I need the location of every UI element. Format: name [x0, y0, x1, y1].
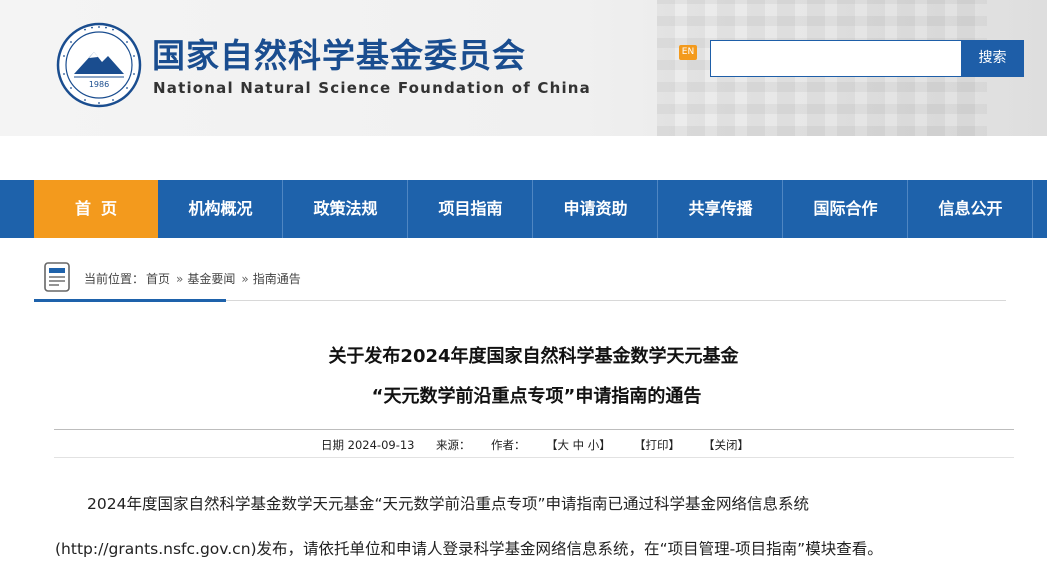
location-document-icon	[44, 262, 70, 292]
breadcrumb-news[interactable]: 基金要闻	[187, 272, 235, 286]
nav-item-project-guide[interactable]: 项目指南	[409, 180, 533, 238]
meta-divider-bottom	[54, 457, 1014, 458]
nav-item-about[interactable]: 机构概况	[159, 180, 283, 238]
meta-date: 日期 2024-09-13	[321, 437, 415, 453]
main-nav: 首页 机构概况 政策法规 项目指南 申请资助 共享传播 国际合作 信息公开	[0, 180, 1047, 238]
nav-item-apply-funding[interactable]: 申请资助	[534, 180, 658, 238]
search-input[interactable]	[710, 40, 962, 77]
meta-source-label: 来源：	[436, 438, 471, 452]
breadcrumb: 当前位置： 首页» 基金要闻» 指南通告	[84, 270, 303, 287]
breadcrumb-divider-accent	[34, 299, 226, 302]
nav-item-international[interactable]: 国际合作	[784, 180, 908, 238]
font-size-control[interactable]: 【大 中 小】	[546, 437, 611, 453]
breadcrumb-prefix: 当前位置：	[84, 272, 145, 286]
breadcrumb-notices[interactable]: 指南通告	[253, 272, 301, 286]
meta-date-value: 2024-09-13	[347, 438, 415, 452]
article-title-line2: “天元数学前沿重点专项”申请指南的通告	[371, 386, 702, 407]
nav-item-info-disclosure[interactable]: 信息公开	[909, 180, 1033, 238]
close-link[interactable]: 【关闭】	[703, 437, 749, 453]
search-button[interactable]: 搜索	[961, 40, 1024, 77]
nav-item-policies[interactable]: 政策法规	[284, 180, 408, 238]
emblem-year: 1986	[89, 80, 109, 89]
article-paragraph-line1: 2024年度国家自然科学基金数学天元基金“天元数学前沿重点专项”申请指南已通过科…	[87, 495, 810, 513]
nav-item-home[interactable]: 首页	[34, 180, 158, 238]
meta-divider-top	[54, 429, 1014, 430]
nav-item-sharing[interactable]: 共享传播	[659, 180, 783, 238]
breadcrumb-separator: »	[241, 272, 249, 286]
breadcrumb-home[interactable]: 首页	[146, 272, 170, 286]
meta-author-label: 作者：	[491, 438, 526, 452]
site-header: 1986 国家自然科学基金委员会 National Natural Scienc…	[0, 0, 1047, 136]
breadcrumb-separator: »	[176, 272, 184, 286]
print-link[interactable]: 【打印】	[634, 437, 680, 453]
nsfc-emblem-icon[interactable]: 1986	[56, 22, 142, 108]
article-paragraph-line2: (http://grants.nsfc.gov.cn)发布，请依托单位和申请人登…	[55, 540, 883, 558]
article-title-line1: 关于发布2024年度国家自然科学基金数学天元基金	[328, 346, 739, 367]
org-name-cn[interactable]: 国家自然科学基金委员会	[152, 36, 526, 76]
meta-date-label: 日期	[321, 438, 344, 452]
english-version-link[interactable]: EN	[679, 45, 697, 60]
org-name-en[interactable]: National Natural Science Foundation of C…	[153, 79, 591, 97]
